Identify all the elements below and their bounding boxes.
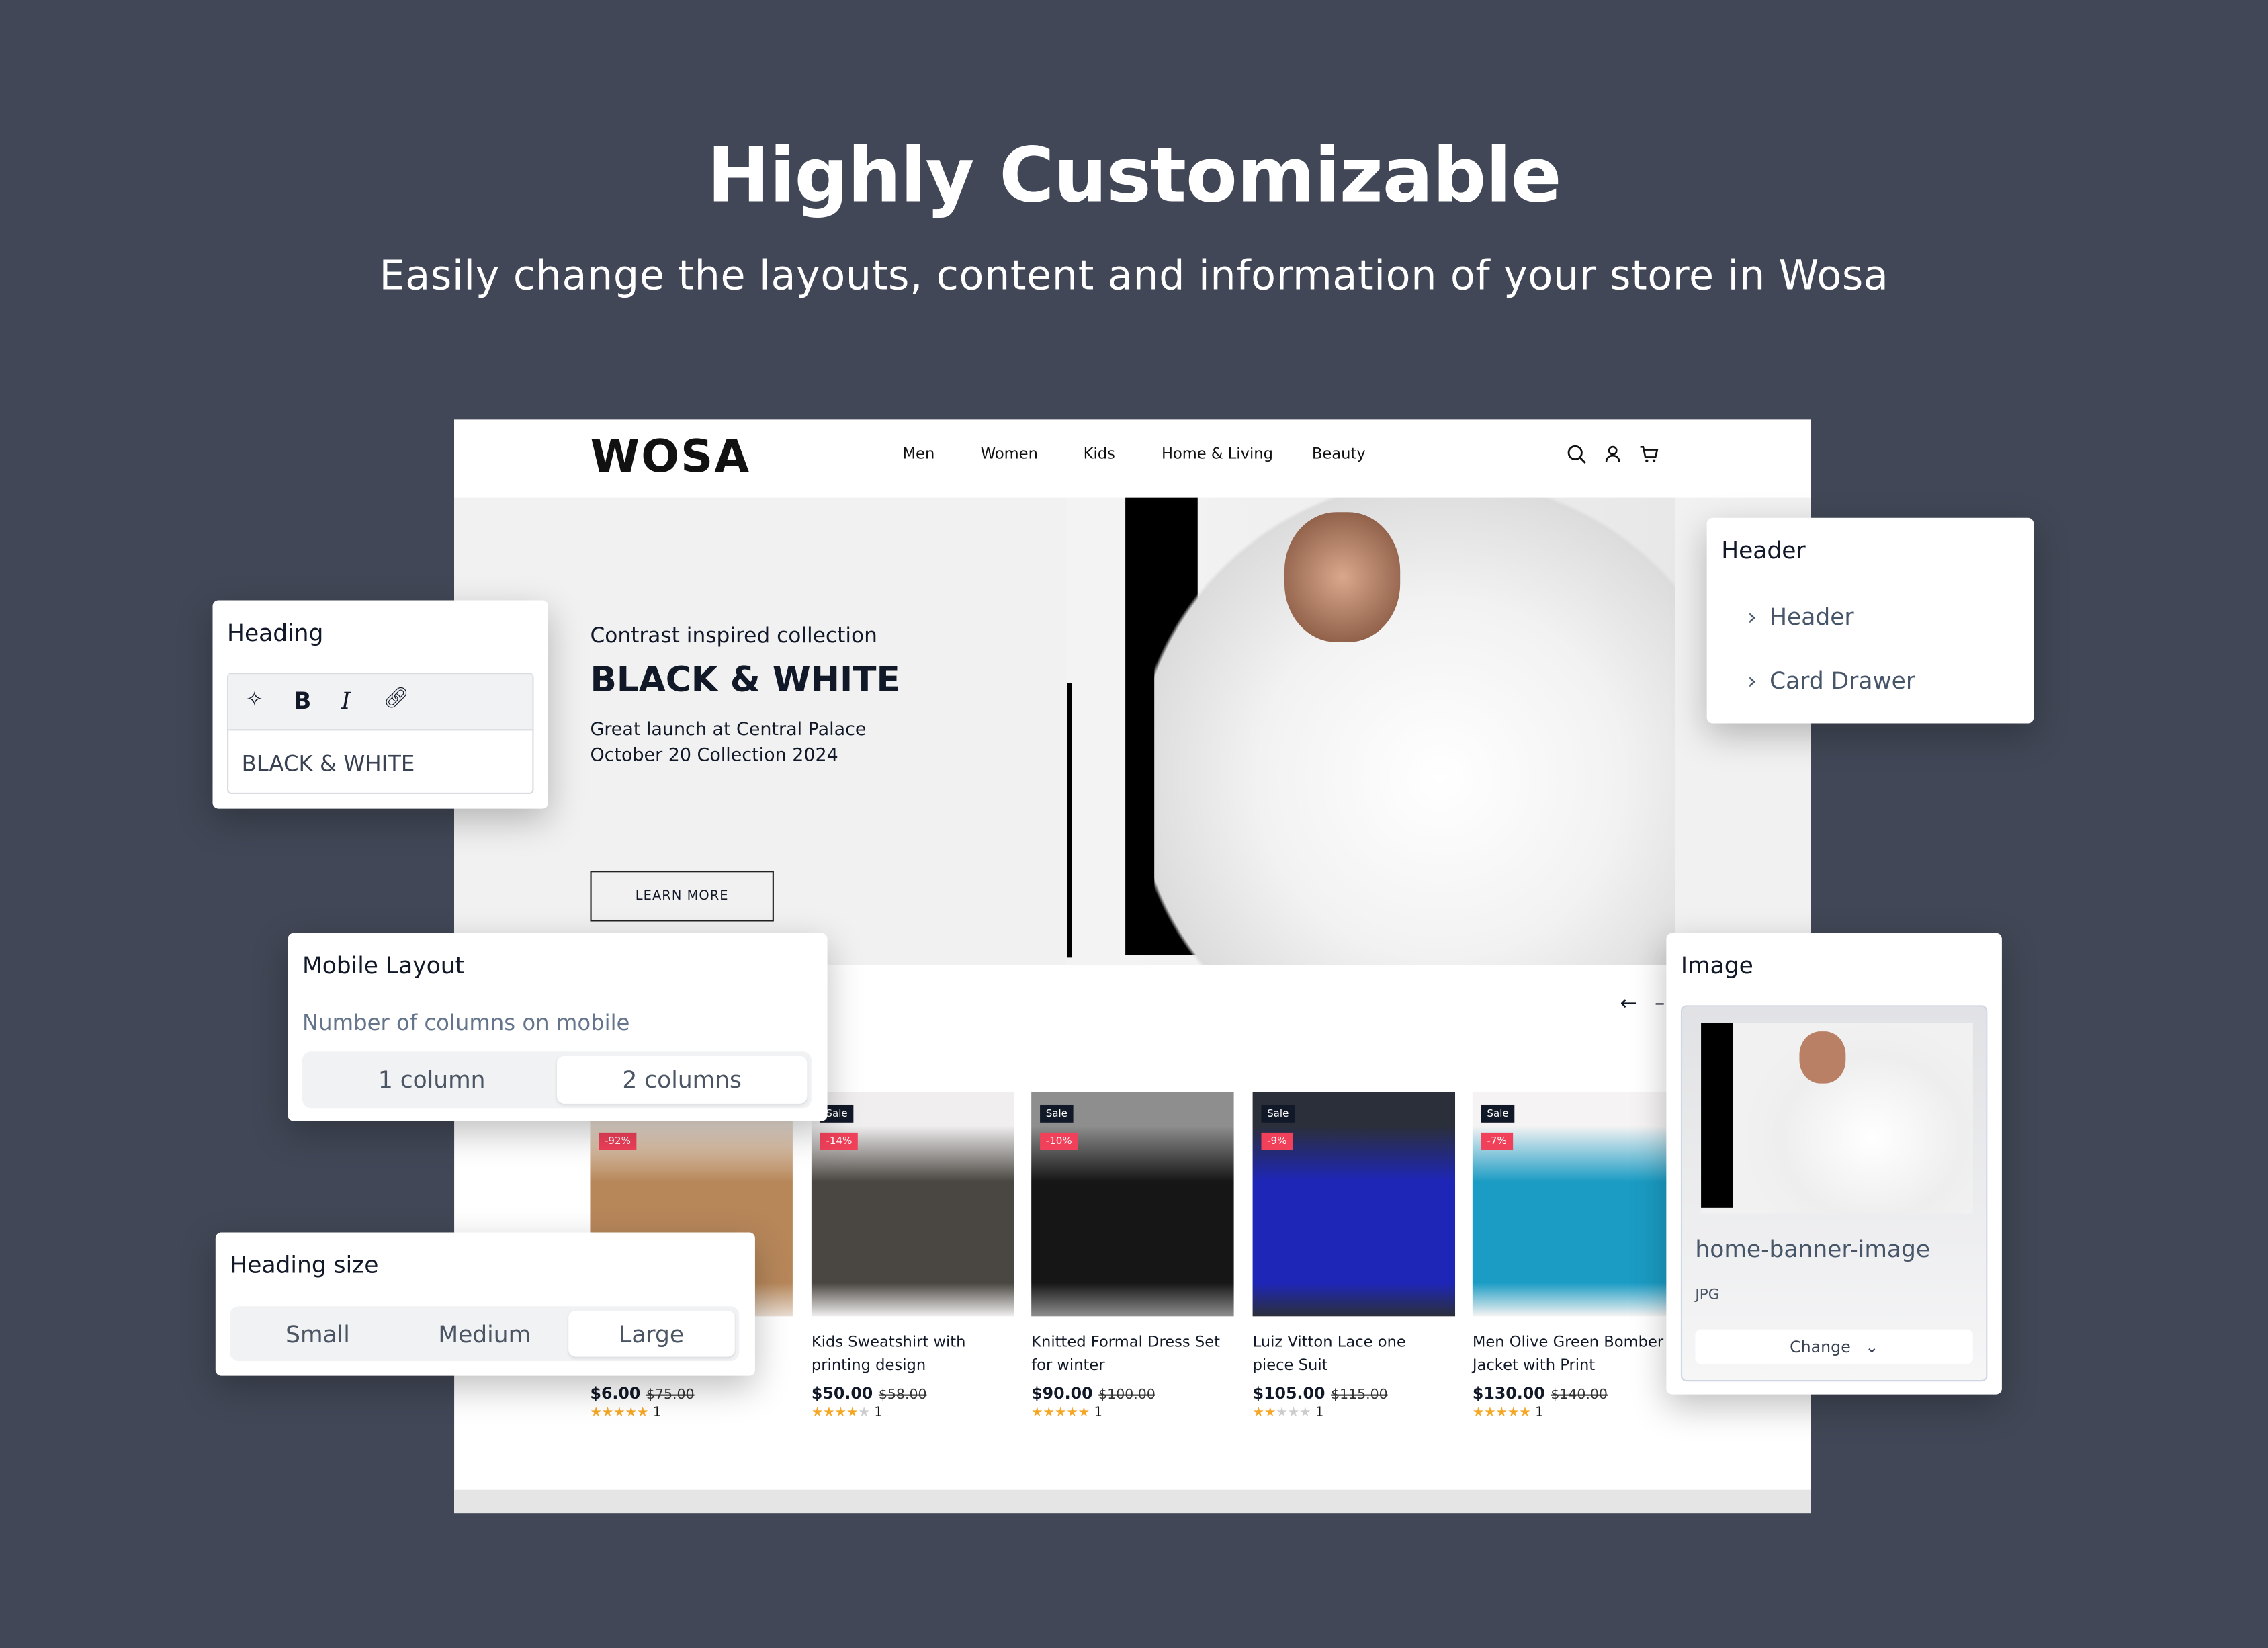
- size-large[interactable]: Large: [568, 1310, 735, 1357]
- banner-kicker: Contrast inspired collection: [590, 625, 877, 648]
- product-card[interactable]: Sale -7% Men Olive Green Bomber Jacket wi…: [1472, 1092, 1675, 1421]
- store-header: WOSA Men Women Kids Home & Living Beauty: [454, 419, 1811, 498]
- discount-badge: -7%: [1481, 1132, 1513, 1150]
- product-name[interactable]: Kids Sweatshirt with printing design: [812, 1331, 1014, 1377]
- discount-badge: -10%: [1040, 1132, 1078, 1150]
- review-count: 1: [874, 1405, 883, 1421]
- banner-line-1: Great launch at Central Palace: [590, 717, 867, 740]
- heading-panel-title: Heading: [227, 619, 324, 647]
- sale-badge: Sale: [1040, 1104, 1074, 1123]
- product-card[interactable]: Sale -9% Luiz Vitton Lace one piece Suit …: [1252, 1092, 1456, 1421]
- mobile-layout-panel: Mobile Layout Number of columns on mobil…: [288, 933, 828, 1121]
- option-1-column[interactable]: 1 column: [306, 1056, 556, 1104]
- review-count: 1: [1315, 1405, 1324, 1421]
- image-filename: home-banner-image: [1695, 1235, 1931, 1263]
- discount-badge: -9%: [1261, 1132, 1293, 1150]
- product-price: $105.00 $115.00: [1252, 1384, 1388, 1403]
- product-price: $90.00 $100.00: [1031, 1384, 1155, 1403]
- rating-stars: ★★★★★ 1: [1252, 1405, 1324, 1421]
- heading-size-segmented-control: Small Medium Large: [230, 1306, 740, 1362]
- sale-badge: Sale: [1261, 1104, 1295, 1123]
- carousel-next-arrow-icon[interactable]: –: [1655, 992, 1665, 1015]
- review-count: 1: [652, 1405, 662, 1421]
- nav-men[interactable]: Men: [903, 445, 935, 463]
- heading-input[interactable]: BLACK & WHITE: [242, 750, 415, 777]
- italic-icon[interactable]: I: [341, 687, 351, 715]
- heading-size-title: Heading size: [230, 1251, 379, 1279]
- footer-strip: [454, 1489, 1811, 1514]
- product-card[interactable]: Sale -10% Knitted Formal Dress Set for wi…: [1031, 1092, 1234, 1421]
- product-price: $50.00 $58.00: [811, 1384, 927, 1403]
- original-price: $100.00: [1098, 1387, 1155, 1403]
- image-panel-title: Image: [1680, 951, 1753, 980]
- header-item-header[interactable]: › Header: [1747, 603, 1854, 631]
- banner-line-2: October 20 Collection 2024: [590, 743, 838, 765]
- chevron-right-icon: ›: [1747, 603, 1757, 631]
- size-small[interactable]: Small: [234, 1311, 401, 1357]
- chevron-down-icon: ⌄: [1865, 1337, 1879, 1356]
- product-name[interactable]: Knitted Formal Dress Set for winter: [1031, 1331, 1233, 1377]
- link-icon[interactable]: 🔗︎: [384, 687, 409, 710]
- page-title: Highly Customizable: [707, 133, 1562, 220]
- option-2-columns[interactable]: 2 columns: [556, 1055, 808, 1104]
- editor-toolbar: ✧ B I 🔗︎: [228, 674, 533, 731]
- heading-panel: Heading ✧ B I 🔗︎ BLACK & WHITE: [212, 600, 549, 809]
- image-thumbnail: [1701, 1023, 1973, 1214]
- product-card[interactable]: Sale -14% Kids Sweatshirt with printing d…: [811, 1092, 1014, 1421]
- user-icon[interactable]: [1603, 444, 1623, 464]
- header-panel-title: Header: [1721, 536, 1806, 564]
- banner-image: [1067, 497, 1675, 965]
- nav-beauty[interactable]: Beauty: [1312, 445, 1366, 463]
- banner-heading: BLACK & WHITE: [590, 659, 900, 701]
- cart-icon[interactable]: [1639, 444, 1659, 464]
- discount-badge: -14%: [820, 1132, 858, 1150]
- original-price: $140.00: [1551, 1387, 1608, 1403]
- hero-banner: Contrast inspired collection BLACK & WHI…: [454, 497, 1811, 965]
- rating-stars: ★★★★★ 1: [1031, 1405, 1102, 1421]
- mobile-layout-title: Mobile Layout: [302, 951, 465, 980]
- header-panel: Header › Header › Card Drawer: [1706, 517, 2034, 724]
- original-price: $115.00: [1331, 1387, 1388, 1403]
- product-image[interactable]: Sale -7%: [1472, 1092, 1675, 1317]
- original-price: $58.00: [878, 1387, 927, 1403]
- rating-stars: ★★★★★ 1: [1472, 1405, 1544, 1421]
- product-image[interactable]: Sale -9%: [1252, 1092, 1456, 1317]
- product-price: $130.00 $140.00: [1472, 1384, 1608, 1403]
- original-price: $75.00: [646, 1387, 695, 1403]
- header-item-card-drawer[interactable]: › Card Drawer: [1747, 667, 1915, 695]
- columns-label: Number of columns on mobile: [302, 1009, 630, 1036]
- rating-stars: ★★★★★ 1: [590, 1405, 662, 1421]
- image-type: JPG: [1695, 1287, 1720, 1303]
- review-count: 1: [1094, 1405, 1102, 1421]
- sale-badge: Sale: [1481, 1104, 1515, 1123]
- sparkle-icon[interactable]: ✧: [246, 689, 263, 711]
- rich-text-editor: ✧ B I 🔗︎ BLACK & WHITE: [227, 673, 534, 795]
- heading-size-panel: Heading size Small Medium Large: [215, 1232, 755, 1376]
- chevron-right-icon: ›: [1747, 666, 1757, 695]
- product-price: $6.00 $75.00: [590, 1384, 695, 1403]
- bold-icon[interactable]: B: [294, 687, 311, 715]
- product-name[interactable]: Luiz Vitton Lace one piece Suit: [1253, 1331, 1455, 1377]
- product-image[interactable]: Sale -10%: [1031, 1092, 1234, 1317]
- nav-women[interactable]: Women: [981, 445, 1038, 463]
- product-name[interactable]: Men Olive Green Bomber Jacket with Print: [1473, 1331, 1675, 1377]
- image-picker[interactable]: home-banner-image JPG Change ⌄: [1680, 1005, 1988, 1382]
- store-logo[interactable]: WOSA: [590, 431, 750, 484]
- search-icon[interactable]: [1567, 444, 1587, 464]
- review-count: 1: [1535, 1405, 1544, 1421]
- columns-segmented-control: 1 column 2 columns: [302, 1051, 812, 1109]
- rating-stars: ★★★★★ 1: [811, 1405, 883, 1421]
- discount-badge: -92%: [599, 1132, 637, 1150]
- nav-kids[interactable]: Kids: [1084, 445, 1115, 463]
- carousel-prev-arrow-icon[interactable]: ←: [1620, 992, 1637, 1015]
- nav-home-living[interactable]: Home & Living: [1162, 445, 1273, 463]
- size-medium[interactable]: Medium: [401, 1311, 568, 1357]
- learn-more-button[interactable]: LEARN MORE: [590, 871, 774, 922]
- image-panel: Image home-banner-image JPG Change ⌄: [1666, 933, 2002, 1395]
- change-image-button[interactable]: Change ⌄: [1695, 1329, 1973, 1364]
- page-subtitle: Easily change the layouts, content and i…: [379, 251, 1889, 300]
- product-image[interactable]: Sale -14%: [811, 1092, 1014, 1317]
